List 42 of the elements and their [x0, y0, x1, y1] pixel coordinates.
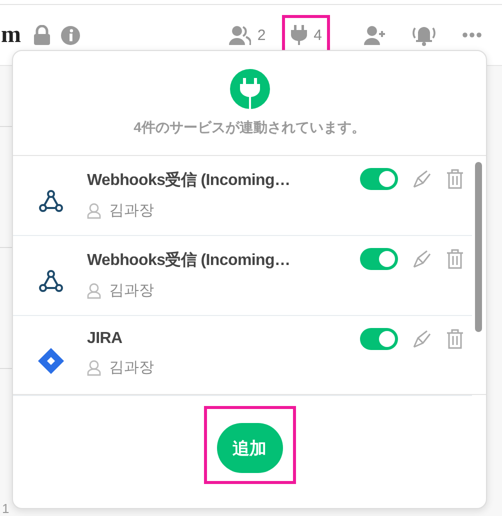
toggle-switch[interactable] — [360, 248, 398, 270]
plug-icon — [290, 25, 308, 45]
service-name: Webhooks受信 (Incoming… — [87, 170, 292, 191]
bell-icon — [412, 24, 436, 46]
service-name: Webhooks受信 (Incoming… — [87, 250, 292, 271]
toggle-switch[interactable] — [360, 168, 398, 190]
summary-text: 4件のサービスが連動されています。 — [134, 119, 366, 137]
user-icon — [87, 360, 101, 376]
pen-icon — [412, 329, 432, 349]
people-icon — [229, 25, 252, 45]
service-name: JIRA — [87, 330, 124, 348]
toggle-switch[interactable] — [360, 328, 398, 350]
lock-icon — [33, 25, 51, 45]
delete-button[interactable] — [446, 249, 464, 269]
integrations-button[interactable]: 4 — [284, 17, 328, 53]
more-icon — [462, 32, 482, 38]
edit-button[interactable] — [412, 249, 432, 269]
scrollbar[interactable] — [475, 162, 482, 332]
pen-icon — [412, 249, 432, 269]
trash-icon — [446, 169, 464, 189]
edit-button[interactable] — [412, 169, 432, 189]
diamond-logo-icon — [37, 347, 65, 375]
members-button[interactable]: 2 — [225, 21, 270, 49]
channel-title: m — [1, 22, 21, 48]
info-icon[interactable] — [61, 26, 80, 44]
user-icon — [87, 202, 101, 218]
add-button[interactable]: 追加 — [216, 423, 282, 473]
delete-button[interactable] — [446, 329, 464, 349]
add-person-icon — [364, 25, 386, 45]
delete-button[interactable] — [446, 169, 464, 189]
user-icon — [87, 282, 101, 298]
webhook-icon — [37, 267, 65, 295]
edit-button[interactable] — [412, 329, 432, 349]
owner-name: 김과장 — [109, 358, 154, 377]
owner-name: 김과장 — [109, 201, 154, 220]
pen-icon — [412, 169, 432, 189]
page-number: 1 — [2, 501, 10, 516]
trash-icon — [446, 329, 464, 349]
trash-icon — [446, 249, 464, 269]
webhook-icon — [37, 187, 65, 215]
plug-icon — [230, 69, 270, 109]
owner-name: 김과장 — [109, 281, 154, 300]
